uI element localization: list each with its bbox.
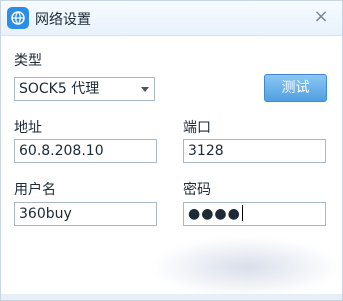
type-label: 类型	[14, 53, 42, 69]
network-settings-dialog: 网络设置 × 类型 SOCK5 代理 测试 地址 60.8.208.10 端口 …	[0, 0, 343, 301]
chevron-down-icon	[141, 87, 149, 92]
password-mask: ●●●●	[188, 206, 241, 222]
username-input[interactable]: 360buy	[14, 202, 157, 226]
address-label: 地址	[14, 120, 42, 136]
password-label: 密码	[183, 182, 211, 198]
port-input[interactable]: 3128	[183, 139, 326, 163]
title-bar: 网络设置 ×	[1, 1, 342, 36]
username-label: 用户名	[14, 182, 56, 198]
port-label: 端口	[183, 120, 211, 136]
network-globe-icon	[7, 7, 29, 29]
password-input[interactable]: ●●●●	[183, 202, 326, 226]
text-caret	[241, 205, 243, 221]
proxy-type-select[interactable]: SOCK5 代理	[14, 77, 155, 101]
blurred-region	[151, 237, 341, 297]
close-icon[interactable]: ×	[312, 7, 330, 27]
window-title: 网络设置	[35, 12, 91, 28]
test-button[interactable]: 测试	[264, 74, 327, 102]
proxy-type-value: SOCK5 代理	[19, 81, 100, 97]
bottom-strip	[1, 294, 342, 300]
address-input[interactable]: 60.8.208.10	[14, 139, 157, 163]
